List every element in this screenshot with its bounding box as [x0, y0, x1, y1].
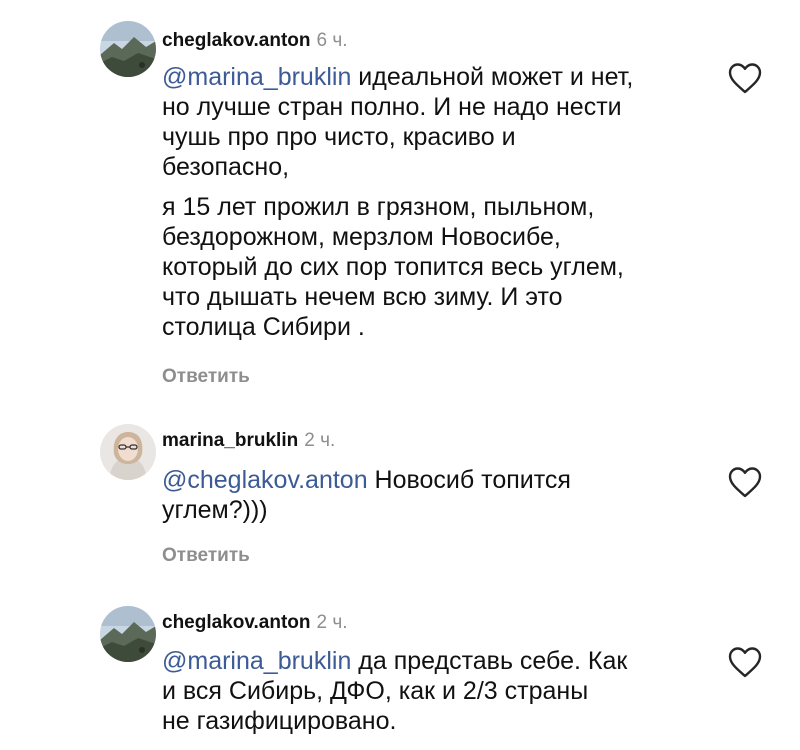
comment-text-line: я 15 лет прожил в грязном, пыльном,	[162, 193, 595, 221]
avatar[interactable]	[100, 606, 156, 662]
timestamp: 2 ч.	[316, 612, 348, 633]
comment-text-line: безопасно,	[162, 153, 290, 181]
avatar[interactable]	[100, 424, 156, 480]
comment-text-line: но лучше стран полно. И не надо нести	[162, 93, 622, 121]
comment-text: @cheglakov.anton Новосиб топится углем?)…	[162, 465, 722, 525]
woman-portrait-avatar-icon	[100, 424, 156, 480]
timestamp: 2 ч.	[304, 430, 336, 451]
comment-paragraph: @cheglakov.anton Новосиб топится углем?)…	[162, 465, 722, 525]
comment-text-line: что дышать нечем всю зиму. И это	[162, 283, 563, 311]
comment-text-line: столица Сибири .	[162, 313, 365, 341]
mountain-landscape-avatar-icon	[100, 606, 156, 662]
heart-outline-icon	[728, 63, 762, 94]
comment-meta: marina_bruklin 2 ч.	[162, 430, 335, 452]
comment-meta: cheglakov.anton 6 ч.	[162, 30, 348, 52]
like-button[interactable]	[727, 61, 763, 95]
comment-paragraph: @marina_bruklin да представь себе. Как и…	[162, 646, 722, 736]
comment-text-segment: Новосиб топится	[367, 466, 571, 494]
comment-text-segment: да представь себе. Как	[351, 647, 628, 675]
comment-text-line: который до сих пор топится весь углем,	[162, 253, 624, 281]
username[interactable]: cheglakov.anton	[162, 30, 311, 51]
comment-meta: cheglakov.anton 2 ч.	[162, 612, 348, 634]
comment-paragraph: я 15 лет прожил в грязном, пыльном, безд…	[162, 192, 722, 342]
comment-text-line: чушь про про чисто, красиво и	[162, 123, 516, 151]
comment-text: @marina_bruklin идеальной может и нет, н…	[162, 62, 722, 342]
comment-paragraph: @marina_bruklin идеальной может и нет, н…	[162, 62, 722, 182]
username[interactable]: cheglakov.anton	[162, 612, 311, 633]
mention-link[interactable]: @marina_bruklin	[162, 63, 351, 91]
reply-button[interactable]: Ответить	[162, 366, 250, 388]
comment-text-line: углем?)))	[162, 496, 268, 524]
username[interactable]: marina_bruklin	[162, 430, 298, 451]
comment-text: @marina_bruklin да представь себе. Как и…	[162, 646, 722, 736]
mention-link[interactable]: @marina_bruklin	[162, 647, 351, 675]
heart-outline-icon	[728, 467, 762, 498]
avatar[interactable]	[100, 21, 156, 77]
comment-text-line: бездорожном, мерзлом Новосибе,	[162, 223, 561, 251]
mountain-landscape-avatar-icon	[100, 21, 156, 77]
timestamp: 6 ч.	[316, 30, 348, 51]
comment-text-line: и вся Сибирь, ДФО, как и 2/3 страны	[162, 677, 589, 705]
reply-button[interactable]: Ответить	[162, 545, 250, 567]
like-button[interactable]	[727, 645, 763, 679]
like-button[interactable]	[727, 465, 763, 499]
mention-link[interactable]: @cheglakov.anton	[162, 466, 368, 494]
heart-outline-icon	[728, 647, 762, 678]
comment-text-line: не газифицировано.	[162, 707, 397, 735]
comment-text-segment: идеальной может и нет,	[351, 63, 634, 91]
